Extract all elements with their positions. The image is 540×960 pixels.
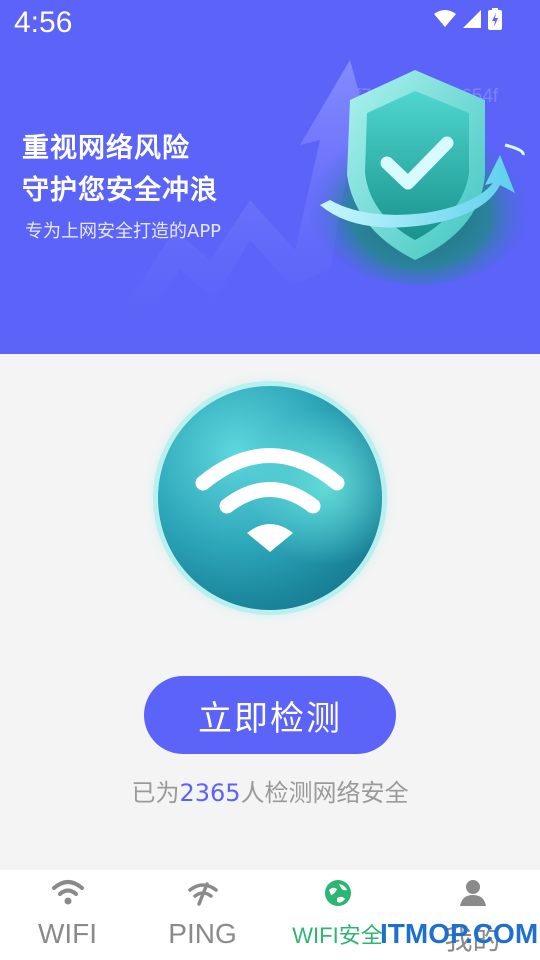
status-icons [434, 8, 502, 30]
scan-count-text: 已为2365人检测网络安全 [0, 773, 540, 808]
hero-subtitle: 专为上网安全打造的APP [25, 221, 222, 242]
status-bar: 4:56 [0, 0, 540, 48]
battery-icon [488, 8, 502, 30]
scan-now-button[interactable]: 立即检测 [144, 676, 396, 754]
status-time: 4:56 [14, 6, 73, 39]
shield-icon [305, 70, 535, 285]
globe-icon [324, 880, 351, 906]
hero-title-line1: 重视网络风险 [22, 133, 190, 164]
stat-count: 2365 [179, 779, 241, 807]
hero-title-line2: 守护您安全冲浪 [22, 175, 218, 206]
wifi-signal-icon [434, 10, 456, 27]
wifi-scan-orb[interactable] [135, 363, 405, 633]
stat-suffix: 人检测网络安全 [240, 779, 409, 807]
watermark-logo: ITMOP.COM [380, 918, 539, 949]
wifi-icon [51, 880, 84, 905]
tab-ping[interactable]: PING [135, 870, 270, 960]
tab-label: PING [168, 918, 237, 949]
hero-banner: bf741a4379fe654f [0, 0, 540, 354]
user-icon [459, 880, 486, 906]
stat-prefix: 已为 [131, 779, 180, 807]
cell-signal-icon [463, 10, 481, 28]
ping-icon [187, 882, 218, 906]
tab-label: WIFI [37, 918, 98, 949]
tab-wifi[interactable]: WIFI [0, 870, 135, 960]
